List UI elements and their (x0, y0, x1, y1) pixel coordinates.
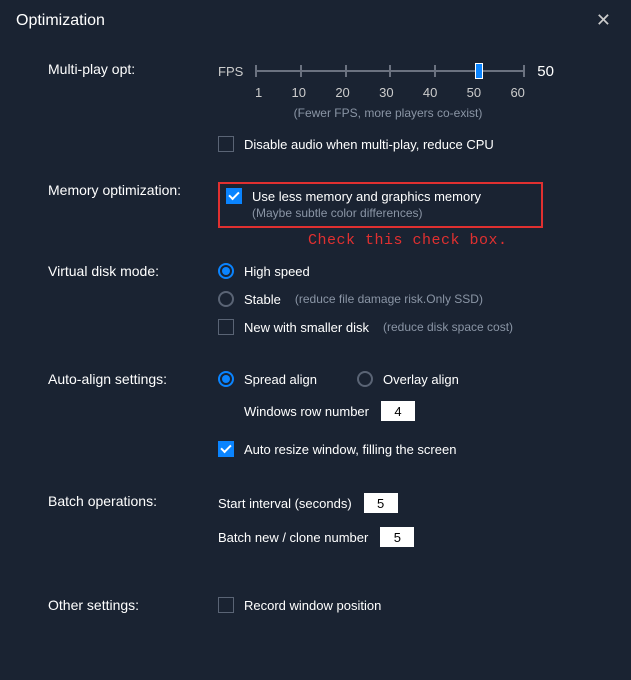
stable-label: Stable (244, 292, 281, 307)
smaller-disk-hint: (reduce disk space cost) (383, 320, 513, 334)
row-number-label: Windows row number (244, 404, 369, 419)
fps-label: FPS (218, 64, 243, 79)
close-icon[interactable]: ✕ (592, 10, 615, 31)
section-align: Auto-align settings: Spread align Overla… (48, 371, 601, 457)
align-label: Auto-align settings: (48, 371, 218, 457)
clone-number-input[interactable] (380, 527, 414, 547)
disable-audio-label: Disable audio when multi-play, reduce CP… (244, 137, 494, 152)
window-title: Optimization (16, 12, 105, 30)
record-position-label: Record window position (244, 598, 381, 613)
start-interval-input[interactable] (364, 493, 398, 513)
section-batch: Batch operations: Start interval (second… (48, 493, 601, 561)
vdisk-label: Virtual disk mode: (48, 263, 218, 335)
row-number-input[interactable] (381, 401, 415, 421)
stable-hint: (reduce file damage risk.Only SSD) (295, 292, 483, 306)
start-interval-label: Start interval (seconds) (218, 496, 352, 511)
section-vdisk: Virtual disk mode: High speed Stable (re… (48, 263, 601, 335)
disable-audio-checkbox[interactable] (218, 136, 234, 152)
overlay-align-label: Overlay align (383, 372, 459, 387)
other-label: Other settings: (48, 597, 218, 613)
high-speed-radio[interactable] (218, 263, 234, 279)
spread-align-radio[interactable] (218, 371, 234, 387)
section-other: Other settings: Record window position (48, 597, 601, 613)
stable-radio[interactable] (218, 291, 234, 307)
titlebar: Optimization ✕ (0, 0, 631, 41)
fps-slider-handle[interactable] (475, 63, 483, 79)
use-less-memory-checkbox[interactable] (226, 188, 242, 204)
spread-align-label: Spread align (244, 372, 317, 387)
use-less-memory-label: Use less memory and graphics memory (252, 189, 481, 204)
annotation-text: Check this check box. (308, 232, 601, 249)
section-multiplay: Multi-play opt: FPS 50 1102030405060 (Fe… (48, 61, 601, 152)
fps-value: 50 (537, 63, 554, 80)
fps-hint: (Fewer FPS, more players co-exist) (238, 106, 538, 120)
smaller-disk-checkbox[interactable] (218, 319, 234, 335)
batch-label: Batch operations: (48, 493, 218, 561)
fps-tick-labels: 1102030405060 (255, 85, 525, 100)
content: Multi-play opt: FPS 50 1102030405060 (Fe… (0, 41, 631, 613)
multiplay-label: Multi-play opt: (48, 61, 218, 152)
memory-label: Memory optimization: (48, 182, 218, 249)
high-speed-label: High speed (244, 264, 310, 279)
clone-number-label: Batch new / clone number (218, 530, 368, 545)
highlight-box: Use less memory and graphics memory (May… (218, 182, 543, 228)
section-memory: Memory optimization: Use less memory and… (48, 182, 601, 249)
auto-resize-label: Auto resize window, filling the screen (244, 442, 456, 457)
use-less-memory-sub: (Maybe subtle color differences) (252, 206, 481, 220)
fps-slider[interactable] (255, 61, 525, 81)
smaller-disk-label: New with smaller disk (244, 320, 369, 335)
overlay-align-radio[interactable] (357, 371, 373, 387)
record-position-checkbox[interactable] (218, 597, 234, 613)
auto-resize-checkbox[interactable] (218, 441, 234, 457)
